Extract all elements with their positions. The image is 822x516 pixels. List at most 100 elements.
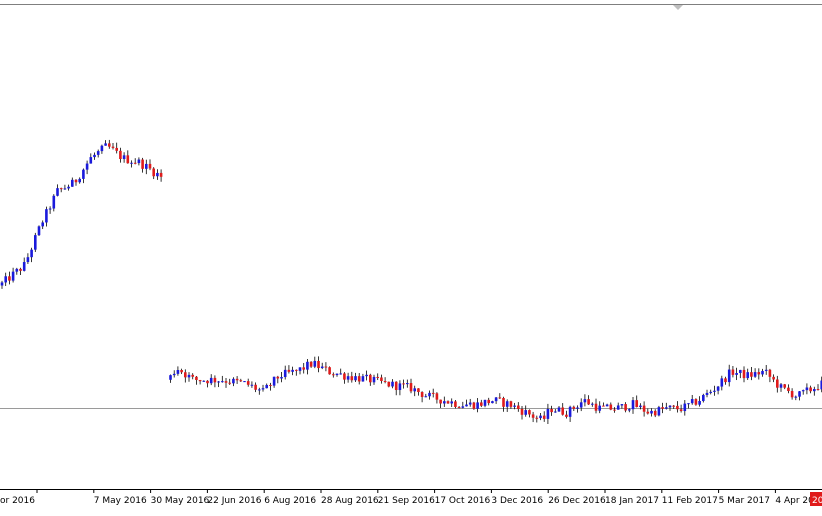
candle-up [48,208,52,210]
candle-up [272,376,276,386]
candle-up [605,404,609,407]
candle-up [67,186,70,189]
candle-up [335,373,339,376]
candle-up [739,369,742,374]
candlestick-chart: or 2016 7 May 2016 30 May 2016 22 Jun 2016 6… [0,0,822,512]
candle-up [801,390,805,392]
candle-down [642,405,646,412]
candle-down [528,410,531,415]
candle-up [461,406,465,408]
candle-down [535,417,539,419]
candles-group [0,139,822,425]
candle-up [346,376,350,380]
candle-down [148,163,152,169]
candle-down [809,387,812,392]
candle-down [402,383,405,385]
candle-up [413,388,417,392]
candle-up [805,387,809,391]
candle-down [783,384,787,388]
x-axis-ticks: or 2016 7 May 2016 30 May 201622 Jun 2016 6… [0,489,822,506]
candle-up [702,394,705,401]
candle-up [26,257,30,263]
candle-up [576,407,579,409]
candle-down [676,405,679,410]
candle-up [137,159,141,164]
candle-down [561,407,565,415]
candle-up [56,188,59,196]
candle-up [579,402,583,408]
candle-up [698,400,701,405]
candle-down [269,384,272,386]
chart-svg: or 2016 7 May 2016 30 May 201622 Jun 2016 6… [0,4,822,506]
candle-down [317,360,320,369]
candle-up [716,386,720,391]
candle-up [687,403,690,405]
candle-down [750,372,753,377]
x-tick-label: 3 Dec 2016 [491,496,543,506]
candle-up [650,410,653,414]
candle-up [298,367,302,371]
candle-up [513,405,516,407]
candle-down [239,380,243,382]
candle-down [772,376,775,380]
candle-up [104,143,107,146]
candle-up [639,405,642,408]
candle-up [735,373,738,375]
candle-up [557,407,561,412]
candle-up [450,401,454,404]
candle-down [587,399,590,405]
candle-up [82,169,85,179]
highlight-label: 20 [812,496,822,506]
candle-down [724,378,727,383]
candle-up [0,282,4,286]
candle-up [280,377,283,379]
candle-down [309,361,313,367]
candle-down [565,414,568,417]
candle-down [661,407,664,409]
candle-down [816,389,820,391]
candle-up [424,396,428,398]
candle-down [454,401,457,407]
candle-up [156,172,159,177]
scroll-marker[interactable] [673,5,683,10]
candle-up [100,145,104,152]
candle-down [141,159,144,169]
candle-down [531,414,535,418]
candle-up [145,163,148,169]
candle-up [320,366,324,369]
candle-down [394,381,398,391]
candle-up [85,163,89,170]
candle-up [546,408,550,419]
candle-down [74,179,78,183]
candle-up [798,391,801,397]
candle-up [628,409,631,411]
candle-down [420,392,424,397]
candle-up [34,235,37,250]
candle-down [679,409,683,412]
candle-down [446,401,450,404]
candle-down [59,188,63,190]
candle-up [339,373,343,375]
candle-down [624,404,627,411]
candle-down [206,380,209,384]
candle-down [487,399,491,404]
candle-up [122,155,126,160]
candle-down [613,409,616,411]
candle-up [398,383,402,391]
candle-down [387,381,391,387]
x-tick-label: 5 Mar 2017 [719,496,770,506]
candle-up [761,370,764,375]
candle-up [176,369,180,374]
candle-down [180,369,183,373]
candle-down [343,373,346,380]
candle-up [265,384,269,389]
candle-down [328,367,331,375]
candle-up [727,369,731,383]
candle-down [435,393,439,400]
candle-up [130,162,133,164]
candle-down [731,369,735,375]
candle-up [443,401,446,404]
candle-down [191,374,195,377]
candle-up [250,384,254,386]
candle-down [19,268,22,271]
